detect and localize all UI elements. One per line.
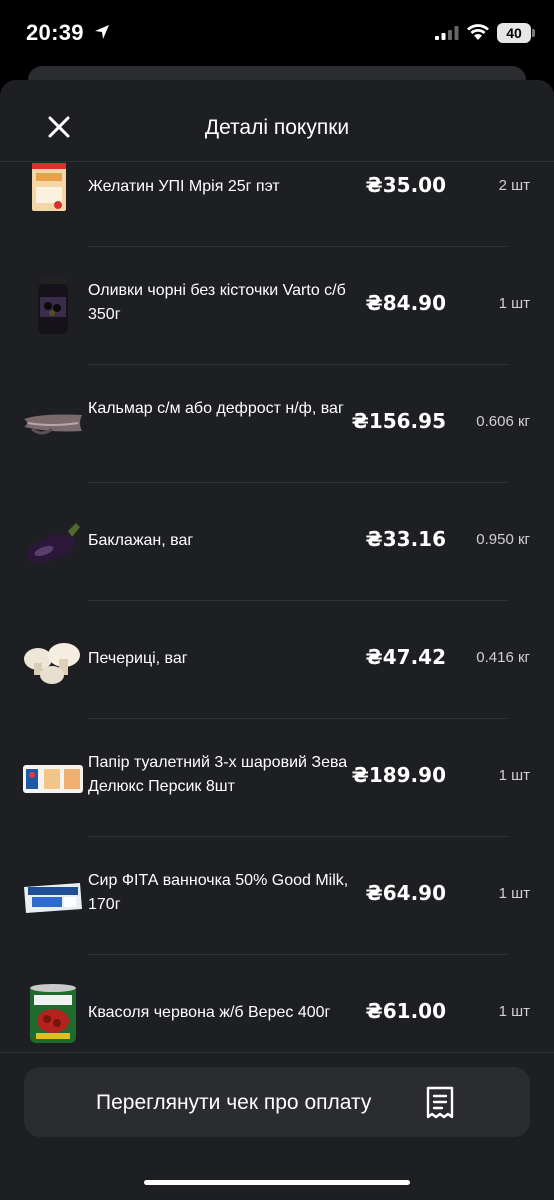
item-price: ₴35.00: [365, 173, 446, 197]
item-price: ₴84.90: [365, 291, 446, 315]
footer-divider: [0, 1052, 554, 1053]
item-price: ₴156.95: [351, 409, 446, 433]
beans-can-icon: [30, 984, 76, 1043]
item-name: Папір туалетний 3-х шаровий Зева Делюкс …: [88, 754, 348, 795]
list-item[interactable]: Квасоля червона ж/б Верес 400г ₴61.00 1 …: [0, 955, 554, 1053]
status-time: 20:39: [26, 20, 84, 45]
list-item[interactable]: Сир ФІТА ванночка 50% Good Milk, 170г ₴6…: [0, 837, 554, 955]
list-item[interactable]: Папір туалетний 3-х шаровий Зева Делюкс …: [0, 719, 554, 837]
eggplant-icon: [25, 523, 80, 564]
item-price: ₴33.16: [365, 527, 446, 551]
item-price: ₴189.90: [351, 763, 446, 787]
item-quantity: 0.416 кг: [476, 649, 530, 666]
item-quantity: 1 шт: [498, 767, 530, 784]
item-price: ₴64.90: [365, 881, 446, 905]
item-price: ₴61.00: [365, 999, 446, 1023]
sheet-title: Деталі покупки: [204, 116, 350, 139]
item-name: Баклажан, ваг: [88, 532, 194, 549]
receipt-icon: [426, 1086, 454, 1119]
olives-jar-icon: [38, 277, 68, 334]
gelatin-pack-icon: [32, 163, 66, 211]
battery-tip: [532, 29, 535, 37]
purchase-items-list[interactable]: Желатин УПІ Мрія 25г пэт ₴35.00 2 шт Оли…: [0, 163, 554, 1053]
sheet-header: Деталі покупки: [0, 80, 554, 162]
item-price: ₴47.42: [365, 645, 446, 669]
item-name: Сир ФІТА ванночка 50% Good Milk, 170г: [88, 872, 349, 913]
cellular-signal-icon: [435, 26, 459, 40]
item-quantity: 1 шт: [498, 885, 530, 902]
item-name: Кальмар с/м або дефрост н/ф, ваг: [88, 400, 344, 417]
view-receipt-button[interactable]: Переглянути чек про оплату: [24, 1067, 530, 1137]
list-item[interactable]: Кальмар с/м або дефрост н/ф, ваг ₴156.95…: [0, 365, 554, 483]
item-name: Печериці, ваг: [88, 650, 188, 667]
squid-icon: [24, 414, 82, 435]
list-item[interactable]: Печериці, ваг ₴47.42 0.416 кг: [0, 601, 554, 719]
mushrooms-icon: [24, 643, 80, 684]
cheese-tub-icon: [24, 883, 82, 913]
item-quantity: 0.950 кг: [476, 531, 530, 548]
wifi-icon: [467, 24, 489, 40]
toilet-paper-pack-icon: [23, 765, 83, 793]
item-quantity: 1 шт: [498, 295, 530, 312]
item-name: Квасоля червона ж/б Верес 400г: [88, 1004, 331, 1021]
home-indicator: [144, 1180, 410, 1185]
view-receipt-label: Переглянути чек про оплату: [96, 1091, 372, 1114]
list-item[interactable]: Баклажан, ваг ₴33.16 0.950 кг: [0, 483, 554, 601]
item-name: Оливки чорні без кісточки Varto с/б 350г: [88, 282, 346, 323]
item-quantity: 2 шт: [498, 177, 530, 194]
purchase-details-sheet: Деталі покупки Желатин УПІ Мрія 25г пэт …: [0, 80, 554, 1200]
status-bar: 20:39 40: [0, 0, 554, 68]
list-item[interactable]: Желатин УПІ Мрія 25г пэт ₴35.00 2 шт: [0, 163, 554, 247]
item-quantity: 1 шт: [498, 1003, 530, 1020]
item-quantity: 0.606 кг: [476, 413, 530, 430]
battery-indicator: 40: [497, 23, 531, 43]
item-name: Желатин УПІ Мрія 25г пэт: [88, 178, 280, 195]
list-item[interactable]: Оливки чорні без кісточки Varto с/б 350г…: [0, 247, 554, 365]
location-arrow-icon: [95, 25, 109, 39]
